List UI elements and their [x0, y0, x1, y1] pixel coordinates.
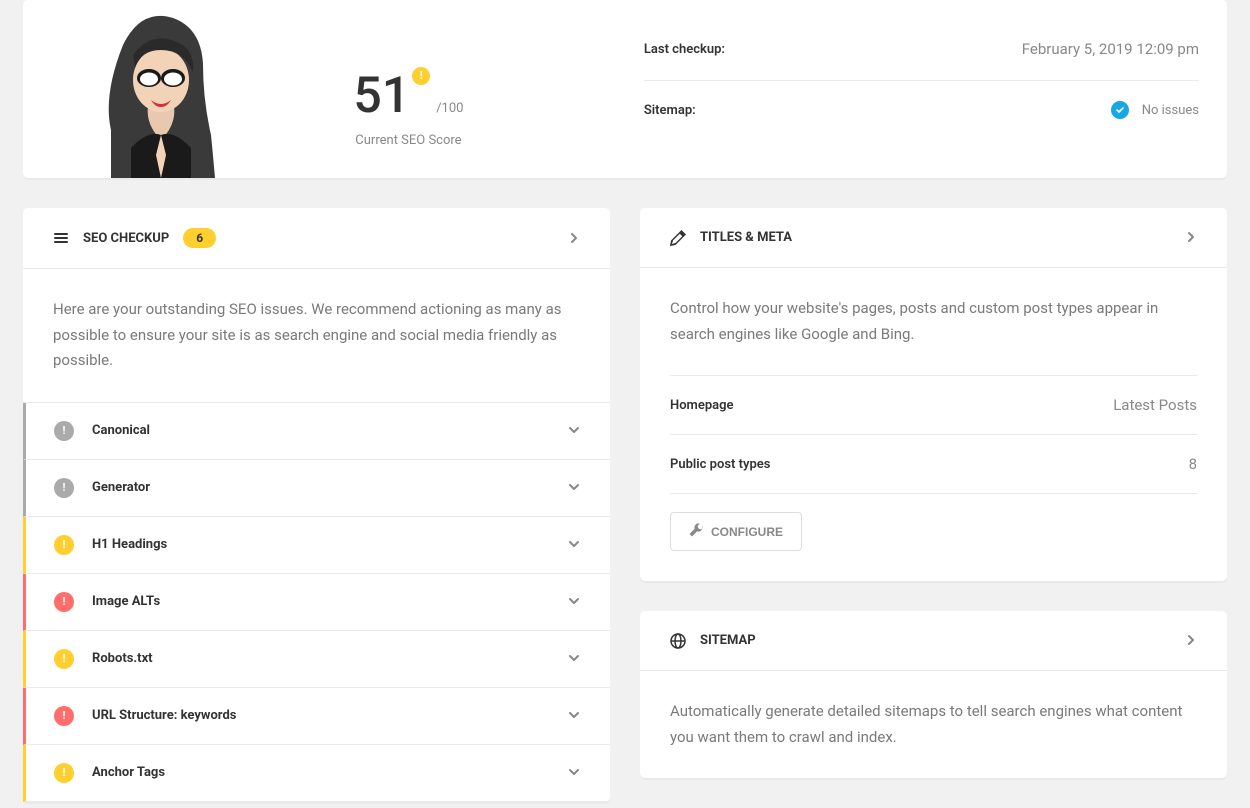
- pencil-icon: [670, 230, 686, 246]
- issue-row[interactable]: ! Anchor Tags: [23, 745, 610, 802]
- sitemap-title: SITEMAP: [700, 633, 756, 648]
- seo-checkup-title: SEO CHECKUP: [83, 231, 169, 246]
- chevron-right-icon[interactable]: [1185, 228, 1197, 247]
- alert-icon: !: [54, 763, 74, 783]
- right-column: TITLES & META Control how your website's…: [640, 208, 1227, 778]
- avatar: [53, 0, 228, 178]
- seo-score-max: /100: [436, 101, 463, 116]
- chevron-down-icon[interactable]: [568, 706, 580, 725]
- homepage-label: Homepage: [670, 398, 734, 413]
- sitemap-status: No issues: [1111, 101, 1199, 119]
- configure-label: CONFIGURE: [711, 525, 783, 539]
- alert-icon: !: [54, 421, 74, 441]
- alert-icon: !: [54, 535, 74, 555]
- globe-icon: [670, 633, 686, 649]
- issue-row[interactable]: ! Generator: [23, 460, 610, 517]
- issue-label: URL Structure: keywords: [92, 708, 236, 723]
- seo-score-label: Current SEO Score: [228, 133, 589, 148]
- post-types-label: Public post types: [670, 457, 770, 472]
- seo-checkup-desc: Here are your outstanding SEO issues. We…: [23, 269, 610, 403]
- check-icon: [1111, 101, 1129, 119]
- sitemap-status-row: Sitemap: No issues: [644, 101, 1199, 141]
- seo-checkup-header[interactable]: SEO CHECKUP 6: [23, 208, 610, 269]
- issue-label: Generator: [92, 480, 150, 495]
- alert-icon: !: [54, 478, 74, 498]
- issue-label: Anchor Tags: [92, 765, 165, 780]
- list-icon: [53, 230, 69, 246]
- issue-label: Image ALTs: [92, 594, 160, 609]
- seo-score-block: 51 ! /100 Current SEO Score: [228, 31, 589, 148]
- issue-label: H1 Headings: [92, 537, 167, 552]
- issue-row[interactable]: ! Robots.txt: [23, 631, 610, 688]
- seo-checkup-card: SEO CHECKUP 6 Here are your outstanding …: [23, 208, 610, 802]
- last-checkup-row: Last checkup: February 5, 2019 12:09 pm: [644, 40, 1199, 81]
- issue-label: Robots.txt: [92, 651, 153, 666]
- summary-left: 51 ! /100 Current SEO Score: [23, 0, 589, 178]
- wrench-icon: [689, 523, 703, 540]
- titles-meta-title: TITLES & META: [700, 230, 792, 245]
- titles-meta-desc: Control how your website's pages, posts …: [640, 268, 1227, 375]
- configure-button[interactable]: CONFIGURE: [670, 512, 802, 551]
- seo-checkup-badge: 6: [183, 228, 216, 248]
- chevron-down-icon[interactable]: [568, 649, 580, 668]
- issue-label: Canonical: [92, 423, 150, 438]
- chevron-down-icon[interactable]: [568, 421, 580, 440]
- alert-icon: !: [54, 706, 74, 726]
- issue-row[interactable]: ! Image ALTs: [23, 574, 610, 631]
- homepage-row: Homepage Latest Posts: [670, 375, 1197, 435]
- chevron-right-icon[interactable]: [568, 229, 580, 248]
- last-checkup-value: February 5, 2019 12:09 pm: [1022, 40, 1199, 58]
- chevron-down-icon[interactable]: [568, 478, 580, 497]
- issue-row[interactable]: ! Canonical: [23, 403, 610, 460]
- chevron-down-icon[interactable]: [568, 763, 580, 782]
- sitemap-label: Sitemap:: [644, 103, 696, 118]
- post-types-value: 8: [1189, 455, 1197, 473]
- alert-icon: !: [54, 649, 74, 669]
- titles-meta-header[interactable]: TITLES & META: [640, 208, 1227, 268]
- sitemap-desc: Automatically generate detailed sitemaps…: [640, 671, 1227, 778]
- alert-icon: !: [54, 592, 74, 612]
- homepage-value: Latest Posts: [1113, 396, 1197, 414]
- seo-score-value: 51 !: [353, 71, 410, 121]
- issue-row[interactable]: ! URL Structure: keywords: [23, 688, 610, 745]
- last-checkup-label: Last checkup:: [644, 42, 725, 57]
- post-types-row: Public post types 8: [670, 435, 1197, 494]
- issue-row[interactable]: ! H1 Headings: [23, 517, 610, 574]
- sitemap-card: SITEMAP Automatically generate detailed …: [640, 611, 1227, 778]
- titles-meta-card: TITLES & META Control how your website's…: [640, 208, 1227, 581]
- summary-card: 51 ! /100 Current SEO Score Last checkup…: [23, 0, 1227, 178]
- sitemap-header[interactable]: SITEMAP: [640, 611, 1227, 671]
- chevron-down-icon[interactable]: [568, 592, 580, 611]
- chevron-down-icon[interactable]: [568, 535, 580, 554]
- summary-right: Last checkup: February 5, 2019 12:09 pm …: [589, 0, 1227, 178]
- warning-icon: !: [412, 67, 430, 85]
- chevron-right-icon[interactable]: [1185, 631, 1197, 650]
- left-column: SEO CHECKUP 6 Here are your outstanding …: [23, 208, 610, 802]
